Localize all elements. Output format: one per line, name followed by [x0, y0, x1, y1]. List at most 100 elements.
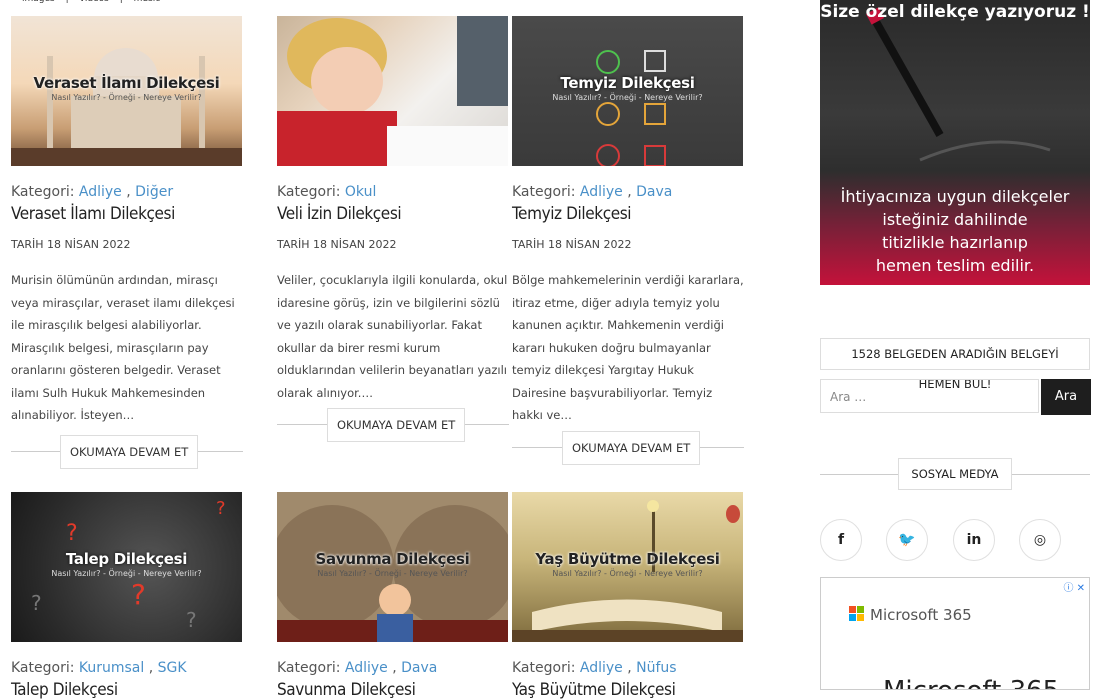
- svg-text:?: ?: [186, 608, 197, 632]
- category-link[interactable]: SGK: [158, 660, 187, 676]
- post-date: TARİH 18 NİSAN 2022: [277, 238, 397, 251]
- search-button[interactable]: Ara: [1041, 379, 1091, 415]
- category-label: Kategori:: [11, 184, 79, 200]
- category-label: Kategori:: [512, 660, 580, 676]
- post-thumbnail[interactable]: Veraset İlamı Dilekçesi Nasıl Yazılır? -…: [11, 16, 242, 166]
- category-label: Kategori:: [277, 184, 345, 200]
- category-link[interactable]: Nüfus: [636, 660, 676, 676]
- banner-line: İhtiyacınıza uygun dilekçeler: [840, 187, 1070, 206]
- nav-images[interactable]: images: [22, 0, 55, 4]
- post-card: Kategori: Okul Veli İzin Dilekçesi TARİH…: [277, 16, 509, 442]
- category-link[interactable]: Adliye: [580, 184, 623, 200]
- category-label: Kategori:: [512, 184, 580, 200]
- ad-info-close[interactable]: ⓘ ✕: [1063, 579, 1085, 594]
- banner-line: isteğiniz dahilinde: [882, 210, 1028, 229]
- post-title[interactable]: Veraset İlamı Dilekçesi: [11, 204, 243, 224]
- thumbnail-overlay: Temyiz Dilekçesi Nasıl Yazılır? - Örneği…: [512, 74, 743, 102]
- post-thumbnail[interactable]: Savunma Dilekçesi Nasıl Yazılır? - Örneğ…: [277, 492, 508, 642]
- post-card: Temyiz Dilekçesi Nasıl Yazılır? - Örneği…: [512, 16, 744, 465]
- post-card: Savunma Dilekçesi Nasıl Yazılır? - Örneğ…: [277, 492, 509, 700]
- post-date: TARİH 18 NİSAN 2022: [11, 238, 131, 251]
- category-link[interactable]: Diğer: [135, 184, 173, 200]
- post-card: ? ? ? ? ? Talep Dilekçesi Nasıl Yazılır?…: [11, 492, 243, 700]
- facebook-icon[interactable]: f: [820, 519, 862, 561]
- post-categories: Kategori: Adliye , Nüfus: [512, 660, 677, 676]
- linkedin-icon[interactable]: in: [953, 519, 995, 561]
- category-link[interactable]: Dava: [401, 660, 437, 676]
- category-link[interactable]: Adliye: [580, 660, 623, 676]
- category-link[interactable]: Adliye: [79, 184, 122, 200]
- thumbnail-subtitle: Nasıl Yazılır? - Örneği - Nereye Verilir…: [51, 93, 202, 102]
- svg-text:?: ?: [216, 498, 226, 519]
- thumbnail-overlay: Veraset İlamı Dilekçesi Nasıl Yazılır? -…: [11, 74, 242, 102]
- nav-sep: |: [120, 0, 123, 4]
- category-label: Kategori:: [277, 660, 345, 676]
- category-link[interactable]: Okul: [345, 184, 376, 200]
- top-nav: images | videos | music: [22, 0, 168, 4]
- nav-videos[interactable]: videos: [80, 0, 109, 4]
- svg-text:?: ?: [31, 591, 42, 615]
- read-more-row: OKUMAYA DEVAM ET: [11, 434, 243, 469]
- instagram-icon[interactable]: ◎: [1019, 519, 1061, 561]
- thumbnail-title: Savunma Dilekçesi: [315, 550, 470, 568]
- advertisement[interactable]: ⓘ ✕ Microsoft 365 Microsoft 365: [820, 577, 1090, 690]
- post-title[interactable]: Talep Dilekçesi: [11, 680, 243, 700]
- read-more-row: OKUMAYA DEVAM ET: [277, 408, 509, 442]
- post-categories: Kategori: Kurumsal , SGK: [11, 660, 187, 676]
- category-label: Kategori:: [11, 660, 79, 676]
- thumbnail-title: Talep Dilekçesi: [65, 550, 188, 568]
- post-title[interactable]: Yaş Büyütme Dilekçesi: [512, 680, 744, 700]
- thumbnail-overlay: Yaş Büyütme Dilekçesi Nasıl Yazılır? - Ö…: [512, 550, 743, 578]
- banner-text: İhtiyacınıza uygun dilekçeler isteğiniz …: [820, 185, 1090, 277]
- post-thumbnail[interactable]: Temyiz Dilekçesi Nasıl Yazılır? - Örneği…: [512, 16, 743, 166]
- category-link[interactable]: Adliye: [345, 660, 388, 676]
- widget-title-label: SOSYAL MEDYA: [898, 458, 1012, 490]
- thumbnail-subtitle: Nasıl Yazılır? - Örneği - Nereye Verilir…: [51, 569, 202, 578]
- post-categories: Kategori: Okul: [277, 184, 509, 200]
- widget-title-label: 1528 BELGEDEN ARADIĞIN BELGEYİ HEMEN BUL…: [820, 338, 1090, 391]
- post-categories: Kategori: Adliye , Dava: [512, 184, 673, 200]
- post-title[interactable]: Veli İzin Dilekçesi: [277, 204, 509, 224]
- post-thumbnail[interactable]: Yaş Büyütme Dilekçesi Nasıl Yazılır? - Ö…: [512, 492, 743, 642]
- svg-text:?: ?: [131, 578, 146, 611]
- sidebar: Size özel dilekçe yazıyoruz ! İhtiyacını…: [820, 0, 1091, 690]
- banner-headline: Size özel dilekçe yazıyoruz !: [820, 2, 1090, 22]
- banner-line: titizlikle hazırlanıp: [882, 233, 1028, 252]
- microsoft-logo-icon: [849, 606, 865, 622]
- ad-brand-label: Microsoft 365: [870, 606, 972, 624]
- post-thumbnail[interactable]: ? ? ? ? ? Talep Dilekçesi Nasıl Yazılır?…: [11, 492, 242, 642]
- thumbnail-subtitle: Nasıl Yazılır? - Örneği - Nereye Verilir…: [552, 569, 703, 578]
- post-title[interactable]: Savunma Dilekçesi: [277, 680, 509, 700]
- category-link[interactable]: Dava: [636, 184, 672, 200]
- post-excerpt: Bölge mahkemelerinin verdiği kararlara, …: [512, 273, 744, 422]
- nav-sep: |: [66, 0, 69, 4]
- category-link[interactable]: Kurumsal: [79, 660, 144, 676]
- thumbnail-overlay: Talep Dilekçesi Nasıl Yazılır? - Örneği …: [11, 550, 242, 578]
- search-form: Ara … Ara: [820, 379, 1091, 415]
- search-input[interactable]: Ara …: [820, 379, 1039, 413]
- thumbnail-title: Yaş Büyütme Dilekçesi: [535, 550, 720, 568]
- post-thumbnail[interactable]: [277, 16, 508, 166]
- twitter-icon[interactable]: 🐦: [886, 519, 928, 561]
- ad-brand: Microsoft 365: [849, 606, 972, 624]
- nav-music[interactable]: music: [134, 0, 161, 4]
- post-card: Veraset İlamı Dilekçesi Nasıl Yazılır? -…: [11, 16, 243, 469]
- read-more-button[interactable]: OKUMAYA DEVAM ET: [60, 434, 199, 469]
- post-excerpt: Murisin ölümünün ardından, mirasçı veya …: [11, 273, 235, 422]
- post-categories: Kategori: Adliye , Diğer: [11, 184, 174, 200]
- post-title[interactable]: Temyiz Dilekçesi: [512, 204, 744, 224]
- thumbnail-title: Veraset İlamı Dilekçesi: [33, 74, 220, 92]
- thumbnail-subtitle: Nasıl Yazılır? - Örneği - Nereye Verilir…: [552, 93, 703, 102]
- thumbnail-overlay: Savunma Dilekçesi Nasıl Yazılır? - Örneğ…: [277, 550, 508, 578]
- read-more-button[interactable]: OKUMAYA DEVAM ET: [562, 430, 701, 465]
- post-excerpt: Veliler, çocuklarıyla ilgili konularda, …: [277, 273, 508, 400]
- post-date: TARİH 18 NİSAN 2022: [512, 238, 632, 251]
- ad-headline: Microsoft 365: [883, 676, 1059, 689]
- promo-banner[interactable]: Size özel dilekçe yazıyoruz ! İhtiyacını…: [820, 0, 1090, 285]
- child-writing-illustration: [277, 16, 508, 166]
- thumbnail-subtitle: Nasıl Yazılır? - Örneği - Nereye Verilir…: [317, 569, 468, 578]
- thumbnail-title: Temyiz Dilekçesi: [560, 74, 695, 92]
- read-more-row: OKUMAYA DEVAM ET: [512, 430, 744, 465]
- banner-line: hemen teslim edilir.: [875, 256, 1035, 275]
- read-more-button[interactable]: OKUMAYA DEVAM ET: [327, 408, 466, 442]
